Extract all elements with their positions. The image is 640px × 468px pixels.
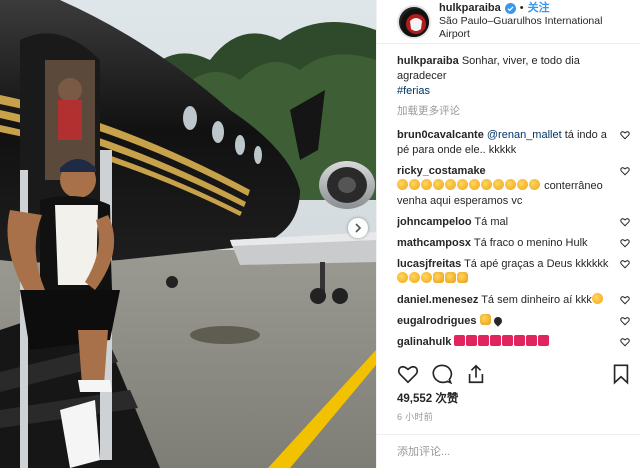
- comment-item: lucasjfreitas Tá apé graças a Deus kkkkk…: [397, 257, 632, 287]
- likes-count[interactable]: 49,552 次赞: [397, 390, 458, 406]
- clapping-hands-icon: [409, 179, 420, 190]
- comment-mention[interactable]: @renan_mallet: [487, 129, 562, 141]
- post-side-panel: hulkparaiba • 关注 São Paulo–Guarulhos Int…: [376, 0, 640, 468]
- heart-emoji-icon: [454, 335, 466, 346]
- comments-list[interactable]: hulkparaiba Sonhar, viver, e todo dia ag…: [397, 54, 632, 354]
- clapping-hands-icon: [397, 179, 408, 190]
- comment-username[interactable]: lucasjfreitas: [397, 258, 461, 270]
- bookmark-icon[interactable]: [610, 363, 632, 385]
- comment-item: johncampeloo Tá mal: [397, 215, 632, 230]
- clapping-hands-icon: [481, 179, 492, 190]
- avatar[interactable]: [397, 4, 431, 39]
- avatar-logo-icon: [401, 8, 429, 37]
- clapping-hands-icon: [517, 179, 528, 190]
- clapping-hands-icon: [505, 179, 516, 190]
- comment-like-heart-icon[interactable]: [620, 259, 630, 269]
- post-header: hulkparaiba • 关注 São Paulo–Guarulhos Int…: [377, 0, 640, 44]
- comment-item: mathcamposx Tá fraco o menino Hulk: [397, 236, 632, 251]
- follow-button[interactable]: 关注: [528, 2, 550, 15]
- comment-username[interactable]: eugalrodrigues: [397, 315, 476, 327]
- chevron-right-icon: [355, 223, 362, 233]
- post-timestamp: 6 小时前: [397, 412, 434, 422]
- comment-item: galinahulk: [397, 335, 632, 350]
- verified-badge-icon: [504, 3, 516, 14]
- clapping-hands-icon: [469, 179, 480, 190]
- comment-text: Tá sem dinheiro aí kkk: [481, 294, 592, 306]
- comment-like-heart-icon[interactable]: [620, 238, 630, 248]
- clapping-hands-icon: [397, 272, 408, 283]
- add-comment-input[interactable]: [397, 445, 620, 458]
- comment-username[interactable]: johncampeloo: [397, 216, 472, 228]
- folded-hands-icon: [433, 272, 444, 283]
- comment-username[interactable]: mathcamposx: [397, 237, 471, 249]
- comment-text: Tá fraco o menino Hulk: [473, 237, 588, 249]
- folded-hands-icon: [445, 272, 456, 283]
- header-separator: •: [519, 2, 524, 14]
- caption-hashtag[interactable]: #ferias: [397, 85, 430, 97]
- folded-hands-icon: [479, 314, 491, 325]
- sad-face-icon: [591, 293, 603, 304]
- clapping-hands-icon: [445, 179, 456, 190]
- action-bar: [397, 360, 632, 388]
- location-link[interactable]: São Paulo–Guarulhos International Airpor…: [439, 15, 630, 41]
- clapping-hands-icon: [529, 179, 540, 190]
- comment-username[interactable]: brun0cavalcante: [397, 129, 484, 141]
- heart-emoji-icon: [490, 335, 502, 346]
- clapping-hands-icon: [421, 272, 432, 283]
- comment-container: brun0cavalcante @renan_mallet tá indo a …: [397, 128, 632, 350]
- add-comment-box: [377, 434, 640, 468]
- clapping-hands-icon: [457, 179, 468, 190]
- caption-username[interactable]: hulkparaiba: [397, 55, 459, 67]
- instagram-post: hulkparaiba • 关注 São Paulo–Guarulhos Int…: [0, 0, 640, 468]
- load-more-comments-button[interactable]: 加载更多评论: [397, 103, 632, 118]
- heart-icon[interactable]: [397, 363, 419, 385]
- next-photo-button[interactable]: [348, 218, 368, 238]
- comment-icon[interactable]: [431, 363, 453, 385]
- heart-emoji-icon: [514, 335, 526, 346]
- clapping-hands-icon: [409, 272, 420, 283]
- comment-like-heart-icon[interactable]: [620, 217, 630, 227]
- comment-like-heart-icon[interactable]: [620, 295, 630, 305]
- comment-item: ricky_costamake conterrâneo venha aqui e…: [397, 164, 632, 209]
- comment-username[interactable]: galinahulk: [397, 336, 451, 348]
- comment-item: brun0cavalcante @renan_mallet tá indo a …: [397, 128, 632, 158]
- comment-like-heart-icon[interactable]: [620, 130, 630, 140]
- share-icon[interactable]: [465, 363, 487, 385]
- header-username[interactable]: hulkparaiba: [439, 2, 501, 15]
- post-caption: hulkparaiba Sonhar, viver, e todo dia ag…: [397, 54, 632, 99]
- comment-username[interactable]: ricky_costamake: [397, 165, 486, 177]
- comment-item: eugalrodrigues: [397, 314, 632, 329]
- heart-emoji-icon: [538, 335, 550, 346]
- folded-hands-icon: [457, 272, 468, 283]
- heart-emoji-icon: [466, 335, 478, 346]
- comment-username[interactable]: daniel.menesez: [397, 294, 478, 306]
- heart-emoji-icon: [526, 335, 538, 346]
- comment-like-heart-icon[interactable]: [620, 166, 630, 176]
- comment-text: Tá mal: [474, 216, 509, 228]
- black-heart-icon: [491, 315, 504, 327]
- post-photo[interactable]: [0, 0, 376, 468]
- comment-text: Tá apé graças a Deus kkkkkk: [464, 258, 609, 270]
- clapping-hands-icon: [433, 179, 444, 190]
- heart-emoji-icon: [502, 335, 514, 346]
- comment-like-heart-icon[interactable]: [620, 316, 630, 326]
- photo-illustration: [0, 0, 376, 468]
- clapping-hands-icon: [421, 179, 432, 190]
- heart-emoji-icon: [478, 335, 490, 346]
- clapping-hands-icon: [493, 179, 504, 190]
- comment-like-heart-icon[interactable]: [620, 337, 630, 347]
- comment-item: daniel.menesez Tá sem dinheiro aí kkk: [397, 293, 632, 308]
